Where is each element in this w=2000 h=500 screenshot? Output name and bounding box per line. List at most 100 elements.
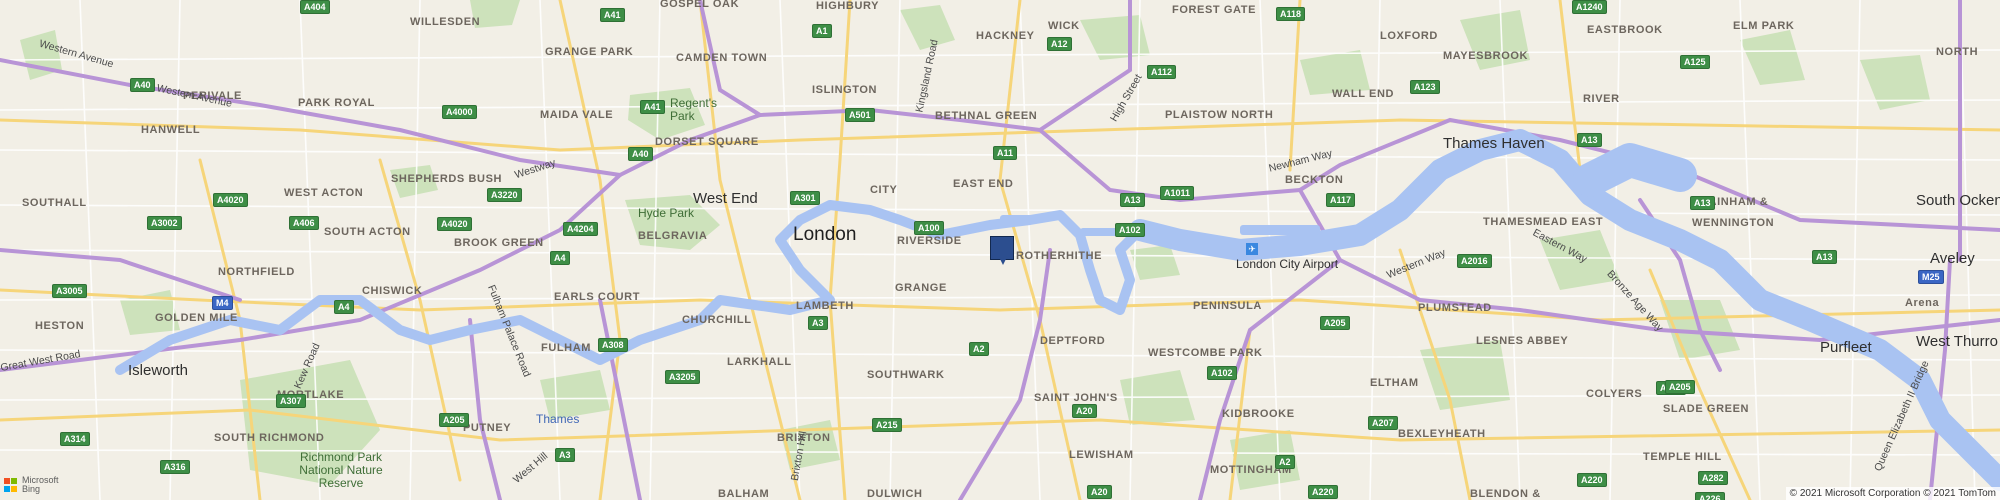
road-shield: A205 <box>1320 316 1350 330</box>
road-shield: A282 <box>1698 471 1728 485</box>
place-label-south-richmond: SOUTH RICHMOND <box>214 432 325 444</box>
place-label-willesden: WILLESDEN <box>410 16 481 28</box>
place-label-london: London <box>793 224 857 245</box>
place-label-golden-mile: GOLDEN MILE <box>155 312 238 324</box>
place-label-thamesmead-east: THAMESMEAD EAST <box>1483 216 1604 228</box>
road-shield: A215 <box>872 418 902 432</box>
road-shield: A3205 <box>665 370 700 384</box>
road-shield: A308 <box>598 338 628 352</box>
place-label-dorset-square: DORSET SQUARE <box>655 136 759 148</box>
place-label-arena: Arena <box>1905 297 1940 309</box>
place-label-west-acton: WEST ACTON <box>284 187 364 199</box>
road-shield: A123 <box>1410 80 1440 94</box>
road-shield: A307 <box>276 394 306 408</box>
road-shield: A2 <box>969 342 989 356</box>
road-shield: A406 <box>289 216 319 230</box>
place-label-east-end: EAST END <box>953 178 1014 190</box>
road-shield: A40 <box>130 78 155 92</box>
road-shield: A316 <box>160 460 190 474</box>
road-shield: A1240 <box>1572 0 1607 14</box>
road-shield: A3220 <box>487 188 522 202</box>
road-shield: A13 <box>1120 193 1145 207</box>
place-label-putney: PUTNEY <box>463 422 512 434</box>
road-shield: A4020 <box>213 193 248 207</box>
road-shield: A3005 <box>52 284 87 298</box>
place-label-eastbrook: EASTBROOK <box>1587 24 1663 36</box>
place-label-north: NORTH <box>1936 46 1979 58</box>
place-label-south-ockendon: South Ocken <box>1916 192 2000 209</box>
place-label-plaistow-north: PLAISTOW NORTH <box>1165 109 1274 121</box>
place-label-shepherds-bush: SHEPHERDS BUSH <box>391 173 503 185</box>
place-label-northfield: NORTHFIELD <box>218 266 295 278</box>
place-label-lewisham: LEWISHAM <box>1069 449 1134 461</box>
place-label-southall: SOUTHALL <box>22 197 87 209</box>
place-label-gospel-oak: GOSPEL OAK <box>660 0 740 10</box>
place-label-slade-green: SLADE GREEN <box>1663 403 1750 415</box>
road-shield: A102 <box>1207 366 1237 380</box>
road-shield: A205 <box>1665 380 1695 394</box>
place-label-peninsula: PENINSULA <box>1193 300 1262 312</box>
microsoft-logo: Microsoft Bing <box>4 476 59 494</box>
place-label-earls-court: EARLS COURT <box>554 291 641 303</box>
place-label-south-acton: SOUTH ACTON <box>324 226 411 238</box>
place-label-belgravia: BELGRAVIA <box>638 230 708 242</box>
road-shield: A118 <box>1276 7 1306 21</box>
road-shield: A4204 <box>563 222 598 236</box>
road-shield: A3002 <box>147 216 182 230</box>
place-label-fulham: FULHAM <box>541 342 592 354</box>
place-label-westcombe-park: WESTCOMBE PARK <box>1148 347 1263 359</box>
road-shield: A13 <box>1577 133 1602 147</box>
road-shield: A40 <box>628 147 653 161</box>
place-label-forest-gate: FOREST GATE <box>1172 4 1257 16</box>
place-label-riverside: RIVERSIDE <box>897 235 962 247</box>
airport-label[interactable]: ✈ London City Airport <box>1236 241 1338 271</box>
road-shield: A3 <box>555 448 575 462</box>
place-label-larkhall: LARKHALL <box>727 356 792 368</box>
place-label-blendon: BLENDON & <box>1470 488 1541 500</box>
road-shield: A1011 <box>1160 186 1195 200</box>
place-label-islington: ISLINGTON <box>812 84 878 96</box>
place-label-river: RIVER <box>1583 93 1620 105</box>
water-label-thames: Thames <box>536 412 580 426</box>
place-label-grange-park: GRANGE PARK <box>545 46 634 58</box>
place-label-aveley: Aveley <box>1930 250 1975 267</box>
road-shield: A41 <box>640 100 665 114</box>
place-label-southwark: SOUTHWARK <box>867 369 945 381</box>
place-label-rotherhithe: ROTHERHITHE <box>1016 250 1103 262</box>
road-shield: A207 <box>1368 416 1398 430</box>
road-shield: A125 <box>1680 55 1710 69</box>
place-label-purfleet: Purfleet <box>1820 339 1872 356</box>
place-label-lambeth: LAMBETH <box>796 300 854 312</box>
place-label-hackney: HACKNEY <box>976 30 1035 42</box>
road-shield: A13 <box>1690 196 1715 210</box>
map-canvas[interactable]: WILLESDEN GRANGE PARK CAMDEN TOWN ISLING… <box>0 0 2000 500</box>
copyright-notice[interactable]: © 2021 Microsoft Corporation © 2021 TomT… <box>1785 487 2000 500</box>
road-shield: A4020 <box>437 217 472 231</box>
place-label-bethnal-green: BETHNAL GREEN <box>935 110 1038 122</box>
map-pin-square-icon[interactable] <box>990 236 1014 265</box>
place-label-camden-town: CAMDEN TOWN <box>676 52 768 64</box>
road-shield: A4 <box>334 300 354 314</box>
place-label-grange: GRANGE <box>895 282 947 294</box>
road-shield: A112 <box>1147 65 1177 79</box>
road-shield: A2 <box>1275 455 1295 469</box>
place-label-thames-haven: Thames Haven <box>1443 135 1545 152</box>
road-shield: A20 <box>1072 404 1097 418</box>
road-shield: A220 <box>1577 473 1607 487</box>
place-label-west-end: West End <box>693 190 758 207</box>
place-label-plumstead: PLUMSTEAD <box>1418 302 1492 314</box>
road-shield: A226 <box>1695 492 1725 500</box>
place-label-beckton: BECKTON <box>1285 174 1344 186</box>
place-label-deptford: DEPTFORD <box>1040 335 1106 347</box>
motorway-shield: M25 <box>1918 270 1944 284</box>
place-label-mayesbrook: MAYESBROOK <box>1443 50 1529 62</box>
park-label-richmond-park: Richmond Park National Nature Reserve <box>299 450 383 490</box>
road-shield: A20 <box>1087 485 1112 499</box>
road-shield: A301 <box>790 191 820 205</box>
place-label-brook-green: BROOK GREEN <box>454 237 544 249</box>
road-shield: A4000 <box>442 105 477 119</box>
place-label-colyers: COLYERS <box>1586 388 1643 400</box>
road-shield: A220 <box>1308 485 1338 499</box>
road-shield: A102 <box>1115 223 1145 237</box>
road-shield: A3 <box>808 316 828 330</box>
